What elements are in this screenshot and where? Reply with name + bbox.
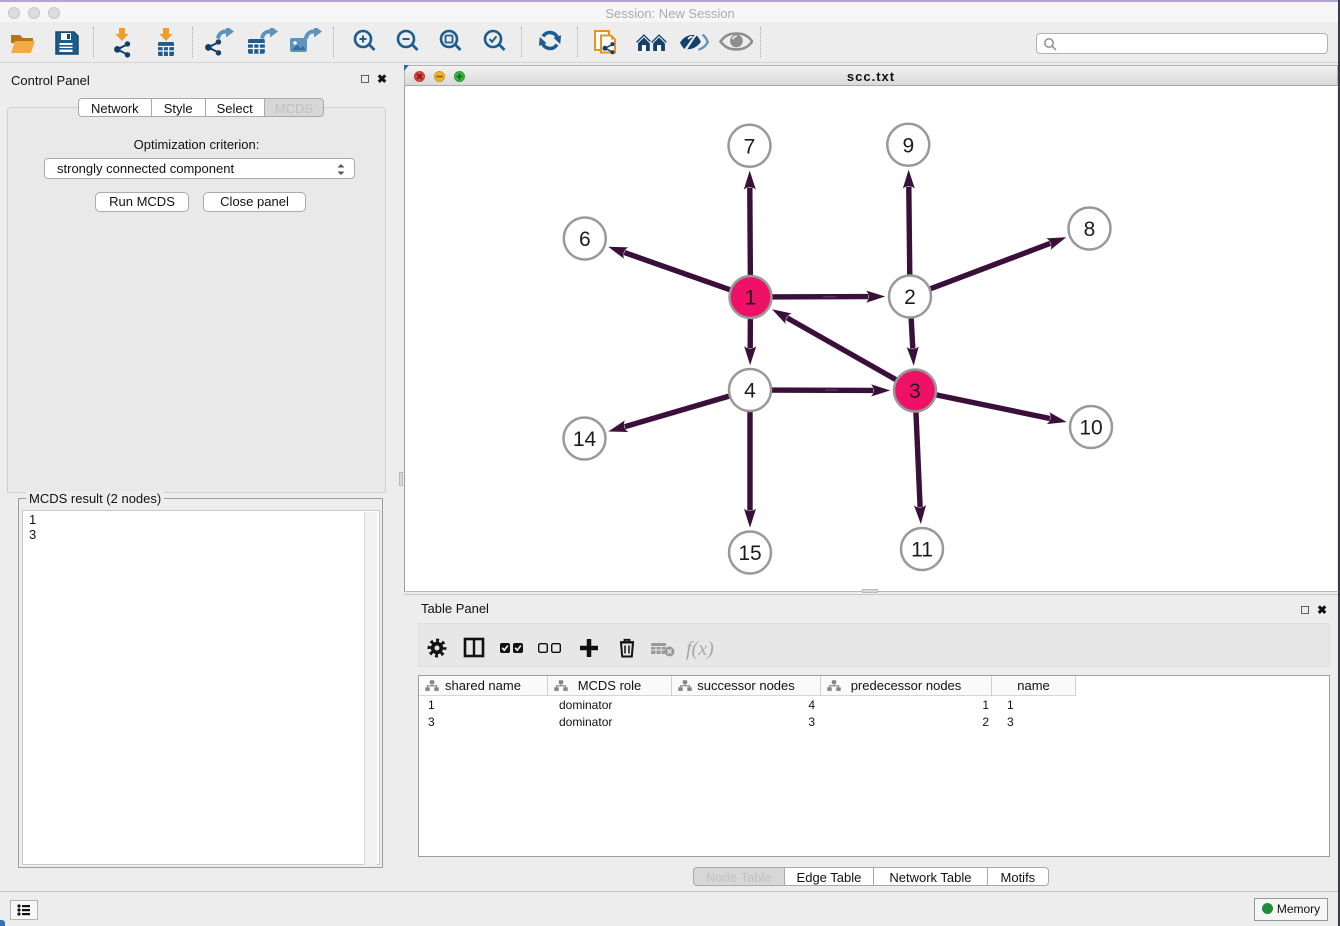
svg-text:2: 2	[904, 286, 916, 309]
svg-text:f(x): f(x)	[686, 638, 714, 660]
svg-text:6: 6	[579, 228, 591, 251]
svg-text:8: 8	[1084, 218, 1096, 241]
svg-text:15: 15	[738, 542, 761, 565]
svg-text:9: 9	[902, 134, 914, 157]
svg-text:14: 14	[573, 428, 597, 451]
svg-text:10: 10	[1079, 417, 1102, 440]
svg-text:4: 4	[744, 380, 756, 403]
svg-text:1: 1	[745, 287, 757, 310]
svg-text:7: 7	[744, 135, 756, 158]
svg-text:11: 11	[911, 539, 933, 562]
svg-text:3: 3	[909, 380, 921, 403]
